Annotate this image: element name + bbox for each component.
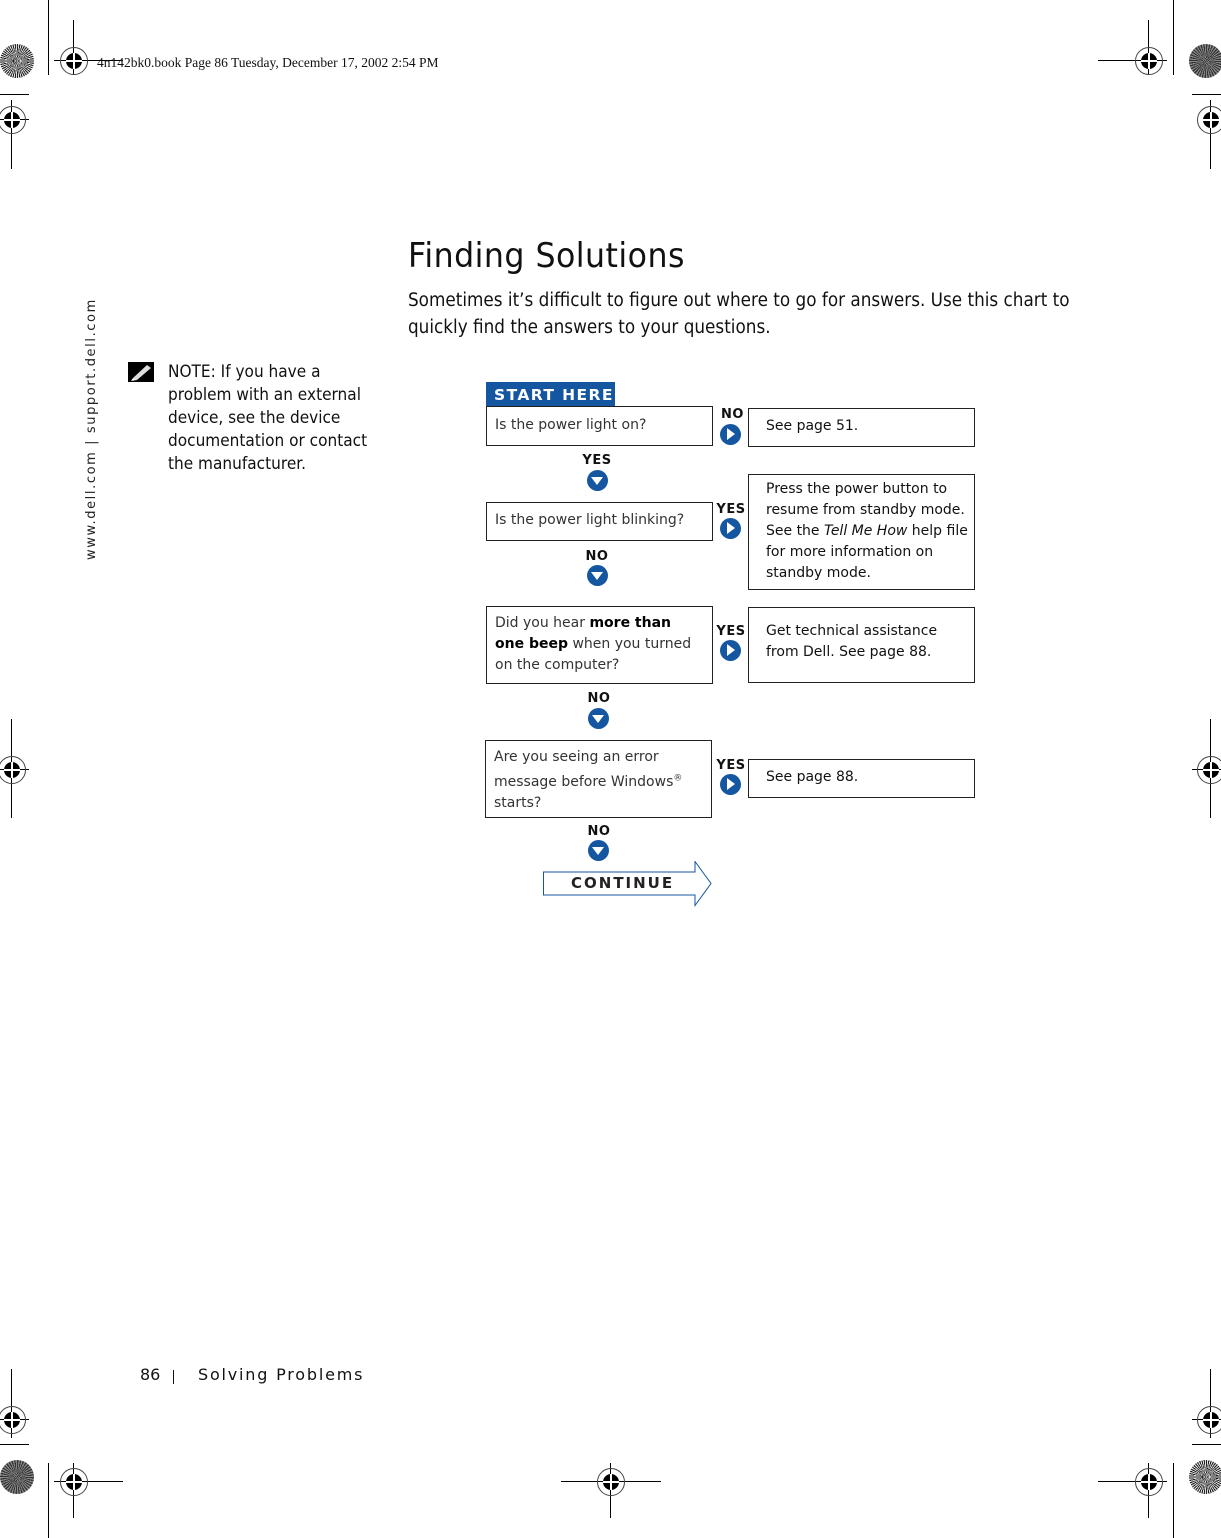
note-text: NOTE: If you have a problem with an exte… bbox=[168, 362, 368, 473]
start-here-label: START HERE bbox=[486, 382, 615, 407]
answer-text: Press the power button to resume from st… bbox=[766, 481, 968, 581]
continue-arrow: CONTINUE bbox=[543, 861, 712, 907]
crop-mark bbox=[48, 1463, 49, 1538]
question-text: Is the power light on? bbox=[495, 417, 647, 433]
answer-box: Press the power button to resume from st… bbox=[748, 474, 975, 590]
arrow-down-icon bbox=[588, 708, 609, 729]
crop-mark bbox=[48, 0, 49, 75]
color-bar-target-icon bbox=[0, 44, 34, 78]
arrow-down-icon bbox=[587, 470, 608, 491]
section-title: Solving Problems bbox=[198, 1365, 365, 1384]
pencil-note-icon bbox=[128, 362, 154, 382]
registration-mark-icon bbox=[597, 1468, 625, 1496]
branch-label-no: NO bbox=[721, 407, 744, 422]
question-box: Is the power light on? bbox=[486, 406, 713, 446]
arrow-right-icon bbox=[720, 518, 741, 539]
print-slug-line: 4n142bk0.book Page 86 Tuesday, December … bbox=[97, 55, 439, 70]
registration-mark-icon bbox=[1135, 47, 1163, 75]
registration-mark-icon bbox=[0, 106, 26, 134]
registration-mark-icon bbox=[1197, 756, 1221, 784]
crop-mark bbox=[1173, 0, 1174, 75]
branch-label-no: NO bbox=[587, 824, 611, 839]
registration-mark-icon bbox=[1197, 1406, 1221, 1434]
page-title: Finding Solutions bbox=[408, 236, 685, 276]
branch-label-yes: YES bbox=[716, 502, 746, 517]
arrow-right-icon bbox=[720, 774, 741, 795]
crop-mark bbox=[1192, 94, 1221, 95]
crop-mark bbox=[1192, 1444, 1221, 1445]
answer-box: See page 88. bbox=[748, 759, 975, 798]
continue-label: CONTINUE bbox=[571, 874, 675, 892]
answer-text: See page 88. bbox=[766, 769, 859, 785]
answer-text: Get technical assistance from Dell. See … bbox=[766, 623, 938, 660]
color-bar-target-icon bbox=[1189, 44, 1221, 78]
crop-mark bbox=[0, 1444, 29, 1445]
registration-mark-icon bbox=[1197, 106, 1221, 134]
answer-text: See page 51. bbox=[766, 418, 859, 434]
branch-label-yes: YES bbox=[716, 624, 746, 639]
question-text-part: Are you seeing an error message before W… bbox=[494, 749, 674, 790]
answer-box: Get technical assistance from Dell. See … bbox=[748, 607, 975, 683]
question-text: Is the power light blinking? bbox=[495, 512, 685, 528]
question-box: Did you hear more than one beep when you… bbox=[486, 606, 713, 684]
help-file-name: Tell Me How bbox=[824, 523, 908, 539]
branch-label-yes: YES bbox=[716, 758, 746, 773]
registration-mark-icon bbox=[1135, 1468, 1163, 1496]
footer-divider bbox=[173, 1370, 174, 1384]
color-bar-target-icon bbox=[0, 1460, 34, 1494]
registered-mark: ® bbox=[673, 773, 683, 783]
question-text: Did you hear more than one beep when you… bbox=[495, 615, 691, 673]
arrow-down-icon bbox=[587, 565, 608, 586]
page-number: 86 bbox=[140, 1365, 161, 1384]
intro-paragraph: Sometimes it’s difficult to figure out w… bbox=[408, 290, 1070, 338]
question-box: Is the power light blinking? bbox=[486, 502, 713, 541]
question-box: Are you seeing an error message before W… bbox=[485, 740, 712, 818]
question-text-part: Did you hear bbox=[495, 615, 590, 631]
question-text: Are you seeing an error message before W… bbox=[494, 749, 682, 811]
side-url-running-head: www.dell.com | support.dell.com bbox=[84, 298, 99, 560]
crop-mark bbox=[0, 94, 29, 95]
question-text-part: starts? bbox=[494, 794, 542, 811]
branch-label-yes: YES bbox=[582, 453, 612, 468]
registration-mark-icon bbox=[60, 47, 88, 75]
registration-mark-icon bbox=[0, 1406, 26, 1434]
crop-mark bbox=[1173, 1463, 1174, 1538]
color-bar-target-icon bbox=[1189, 1460, 1221, 1494]
branch-label-no: NO bbox=[585, 549, 609, 564]
answer-box: See page 51. bbox=[748, 408, 975, 447]
registration-mark-icon bbox=[60, 1468, 88, 1496]
registration-mark-icon bbox=[0, 756, 26, 784]
arrow-right-icon bbox=[720, 424, 741, 445]
arrow-right-icon bbox=[720, 640, 741, 661]
branch-label-no: NO bbox=[587, 691, 611, 706]
arrow-down-icon bbox=[588, 840, 609, 861]
